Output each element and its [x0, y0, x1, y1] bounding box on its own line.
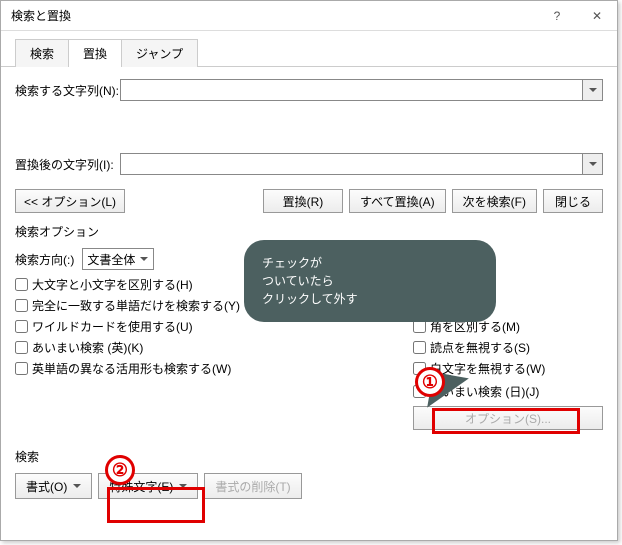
- annotation-callout: チェックが ついていたら クリックして外す: [244, 240, 496, 322]
- clear-format-button: 書式の削除(T): [204, 473, 301, 499]
- checkbox-fuzzy-en-label: あいまい検索 (英)(K): [32, 339, 143, 356]
- checkbox-wildcard-label: ワイルドカードを使用する(U): [32, 318, 193, 335]
- checkbox-wildcard[interactable]: [15, 320, 28, 333]
- direction-select[interactable]: 文書全体: [82, 248, 154, 270]
- replace-with-input[interactable]: [120, 153, 583, 175]
- search-options-label: 検索オプション: [15, 223, 603, 240]
- checkbox-whole-word-label: 完全に一致する単語だけを検索する(Y): [32, 297, 240, 314]
- checkbox-whole-word[interactable]: [15, 299, 28, 312]
- help-button[interactable]: ?: [537, 1, 577, 31]
- find-what-dropdown[interactable]: [583, 79, 603, 101]
- replace-all-button[interactable]: すべて置換(A): [349, 189, 446, 213]
- checkbox-word-forms[interactable]: [15, 362, 28, 375]
- chevron-down-icon: [73, 484, 81, 492]
- search-section-label: 検索: [15, 448, 603, 465]
- checkbox-case[interactable]: [15, 278, 28, 291]
- replace-with-dropdown[interactable]: [583, 153, 603, 175]
- find-what-input[interactable]: [120, 79, 583, 101]
- checkbox-r3[interactable]: [413, 341, 426, 354]
- replace-with-label: 置換後の文字列(I):: [15, 156, 120, 173]
- options-toggle-button[interactable]: << オプション(L): [15, 189, 125, 213]
- dialog-title: 検索と置換: [11, 7, 537, 24]
- tab-search[interactable]: 検索: [15, 39, 69, 67]
- find-what-label: 検索する文字列(N):: [15, 82, 120, 99]
- close-window-button[interactable]: ✕: [577, 1, 617, 31]
- annotation-badge-2: ②: [105, 455, 135, 485]
- replace-button[interactable]: 置換(R): [263, 189, 343, 213]
- checkbox-fuzzy-en[interactable]: [15, 341, 28, 354]
- tab-jump[interactable]: ジャンプ: [121, 39, 198, 67]
- checkbox-case-label: 大文字と小文字を区別する(H): [32, 276, 193, 293]
- find-next-button[interactable]: 次を検索(F): [452, 189, 537, 213]
- annotation-highlight-2: [107, 487, 205, 523]
- format-button[interactable]: 書式(O): [15, 473, 92, 499]
- direction-label: 検索方向(:): [15, 251, 74, 268]
- checkbox-r3-label: 読点を無視する(S): [430, 339, 530, 356]
- checkbox-word-forms-label: 英単語の異なる活用形も検索する(W): [32, 360, 231, 377]
- tab-replace[interactable]: 置換: [68, 39, 122, 67]
- close-button[interactable]: 閉じる: [543, 189, 603, 213]
- annotation-badge-1: ①: [415, 367, 445, 397]
